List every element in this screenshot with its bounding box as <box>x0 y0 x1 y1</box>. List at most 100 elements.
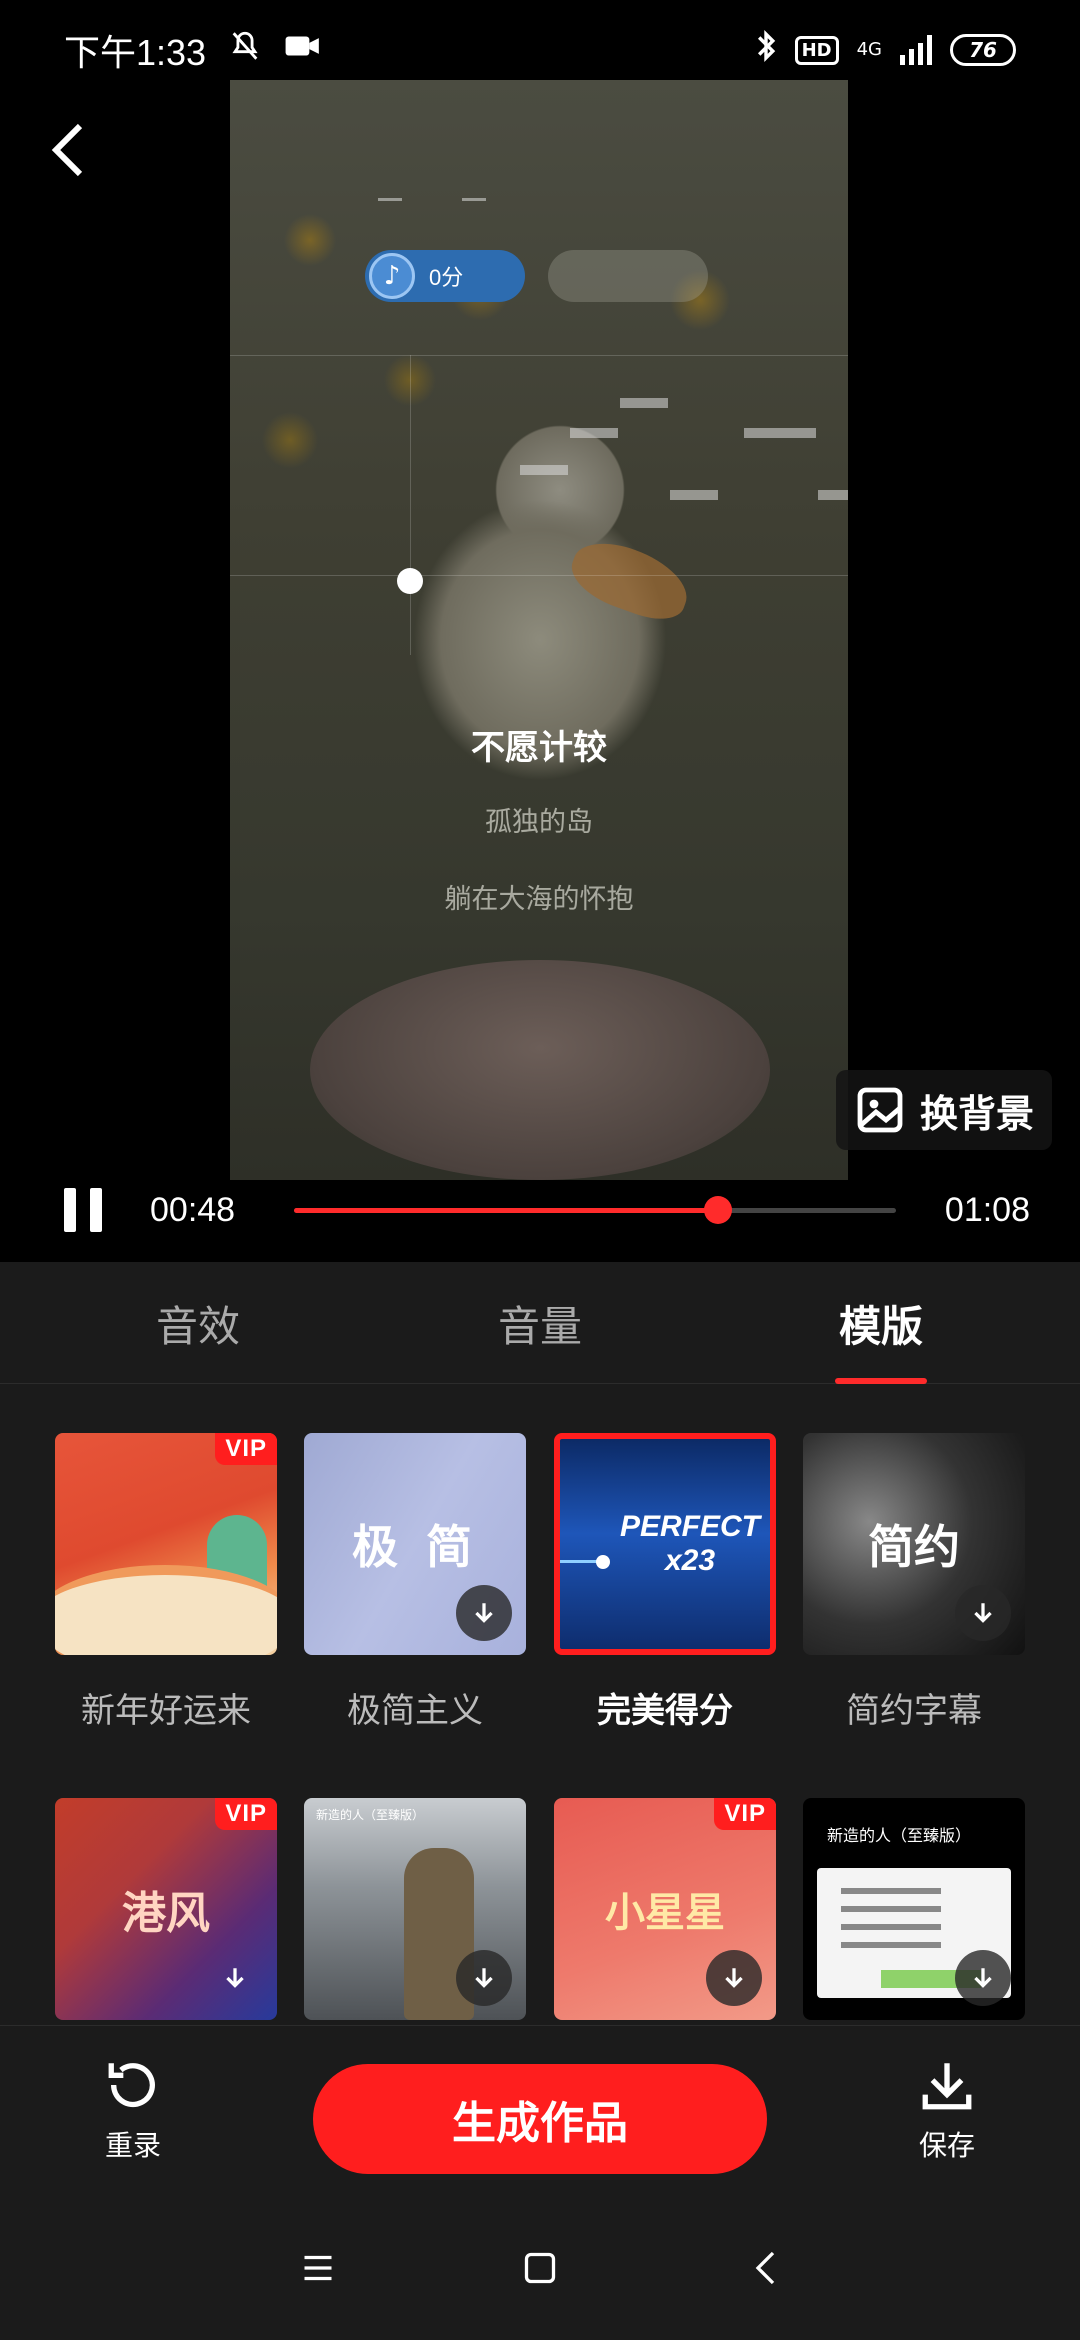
template-label: 完美得分 <box>597 1691 733 1731</box>
chat-line <box>841 1942 941 1948</box>
lyric-next: 孤独的岛 <box>485 807 593 838</box>
tab-bar: 音效 音量 模版 <box>0 1262 1080 1384</box>
signal-icon <box>900 35 932 65</box>
pitch-guide-line <box>230 355 848 356</box>
rerecord-label: 重录 <box>104 2129 161 2162</box>
home-square-icon <box>524 2252 556 2284</box>
bluetooth-icon <box>755 29 777 72</box>
save-button[interactable]: 保存 <box>887 2056 1007 2164</box>
progress-fill <box>294 1208 719 1213</box>
template-item[interactable]: VIP 新年好运来 <box>55 1433 277 1732</box>
pitch-cursor-line <box>410 355 411 655</box>
pitch-cursor-dot <box>397 568 423 594</box>
current-time: 00:48 <box>150 1190 236 1229</box>
download-button[interactable] <box>955 1950 1011 2006</box>
template-label: 新年好运来 <box>81 1691 251 1731</box>
template-item[interactable]: 小星星 VIP <box>554 1798 776 2020</box>
save-label: 保存 <box>918 2129 975 2162</box>
score-pill: ♪ 0分 <box>365 250 525 302</box>
rerecord-icon <box>108 2063 155 2108</box>
download-icon <box>226 1968 244 1988</box>
download-button[interactable] <box>456 1950 512 2006</box>
video-preview[interactable]: ♪ 0分 不愿计较 孤独的岛 躺在大海的怀抱 <box>230 80 848 1180</box>
download-button[interactable] <box>207 1950 263 2006</box>
pause-button[interactable] <box>64 1188 104 1232</box>
download-button[interactable] <box>706 1950 762 2006</box>
template-thumbnail: 新造的人（至臻版） <box>304 1798 526 2020</box>
template-thumbnail: 新造的人（至臻版） <box>803 1798 1025 2020</box>
change-background-button[interactable]: 换背景 <box>836 1070 1052 1150</box>
hand-shape <box>310 960 770 1180</box>
lyric-current: 不愿计较 <box>471 728 607 768</box>
music-note-icon: ♪ <box>369 253 415 299</box>
template-thumbnail: VIP <box>55 1433 277 1655</box>
chat-line <box>841 1906 941 1912</box>
pitch-bar <box>378 198 402 201</box>
generate-button[interactable]: 生成作品 <box>313 2064 767 2174</box>
home-button[interactable] <box>522 2250 558 2290</box>
template-item[interactable]: 极 简 极简主义 <box>304 1433 526 1732</box>
tab-label: 模版 <box>838 1301 923 1351</box>
download-icon <box>922 2063 972 2110</box>
vip-badge: VIP <box>714 1798 776 1830</box>
download-icon <box>725 1968 743 1988</box>
pause-icon <box>64 1188 76 1232</box>
pitch-bar <box>620 398 668 408</box>
pitch-bar <box>818 490 848 500</box>
pitch-bar <box>570 428 618 438</box>
chat-line <box>841 1924 941 1930</box>
tab-label: 音效 <box>155 1301 240 1351</box>
template-item[interactable]: PERFECT x23 完美得分 <box>554 1433 776 1732</box>
change-background-label: 换背景 <box>920 1091 1035 1136</box>
template-thumbnail: 简约 <box>803 1433 1025 1655</box>
progress-slider[interactable] <box>294 1196 896 1224</box>
download-icon <box>974 1603 992 1623</box>
generate-label: 生成作品 <box>452 2098 628 2149</box>
download-icon <box>974 1968 992 1988</box>
template-thumbnail: PERFECT x23 <box>554 1433 776 1655</box>
download-button[interactable] <box>456 1585 512 1641</box>
nav-back-icon <box>755 2251 775 2285</box>
template-item[interactable]: 新造的人（至臻版） <box>304 1798 526 2020</box>
template-thumbnail: 小星星 VIP <box>554 1798 776 2020</box>
template-label: 简约字幕 <box>846 1691 982 1731</box>
hd-badge: HD <box>794 35 839 65</box>
playback-bar: 00:48 01:08 <box>0 1170 1080 1250</box>
progress-thumb[interactable] <box>704 1196 733 1224</box>
total-time: 01:08 <box>944 1190 1030 1229</box>
thumbnail-text: 新造的人（至臻版） <box>827 1826 972 1845</box>
system-nav-bar <box>0 2205 1080 2340</box>
image-icon <box>857 1087 903 1133</box>
video-camera-icon <box>284 30 322 70</box>
vip-badge: VIP <box>215 1798 277 1830</box>
template-item[interactable]: 新造的人（至臻版） <box>803 1798 1025 2020</box>
tab-sound-effects[interactable]: 音效 <box>98 1262 298 1384</box>
nav-back-button[interactable] <box>752 2250 782 2290</box>
rerecord-button[interactable]: 重录 <box>73 2056 193 2164</box>
back-button[interactable] <box>38 112 98 188</box>
template-item[interactable]: 简约 简约字幕 <box>803 1433 1025 1732</box>
tab-template[interactable]: 模版 <box>781 1262 981 1384</box>
pitch-bar <box>670 490 718 500</box>
bell-off-icon <box>228 29 262 72</box>
template-grid: VIP 新年好运来 极 简 极简主义 PERFECT x23 完美得分 简约 简… <box>0 1385 1080 2025</box>
pitch-bar <box>744 428 816 438</box>
score-pill-ghost <box>548 250 708 302</box>
menu-button[interactable] <box>300 2250 336 2290</box>
duck-bill <box>563 531 697 629</box>
thumbnail-text: 新造的人（至臻版） <box>316 1808 425 1822</box>
download-icon <box>475 1603 493 1623</box>
template-item[interactable]: 港风 VIP <box>55 1798 277 2020</box>
status-time: 下午1:33 <box>64 32 207 73</box>
chevron-left-icon <box>51 123 83 177</box>
download-button[interactable] <box>955 1585 1011 1641</box>
network-type: 4G <box>856 39 882 60</box>
menu-icon <box>304 2255 332 2281</box>
template-label: 极简主义 <box>347 1691 483 1731</box>
pitch-guide-line <box>230 575 848 576</box>
tab-underline <box>835 1378 927 1384</box>
battery-icon: 76 <box>950 34 1016 66</box>
pitch-bar <box>520 465 568 475</box>
pitch-bar <box>462 198 486 201</box>
tab-volume[interactable]: 音量 <box>440 1262 640 1384</box>
